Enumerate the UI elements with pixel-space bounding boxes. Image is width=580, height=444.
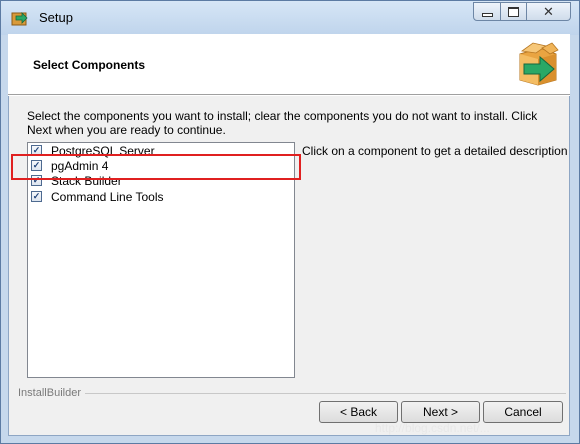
component-item-command-line-tools[interactable]: ✓ Command Line Tools xyxy=(31,189,164,204)
cancel-button[interactable]: Cancel xyxy=(483,401,563,423)
maximize-button[interactable] xyxy=(501,2,527,21)
minimize-icon xyxy=(481,12,493,17)
annotation-highlight-box xyxy=(11,154,301,180)
title-bar[interactable]: Setup ✕ xyxy=(1,1,579,35)
next-button[interactable]: Next > xyxy=(401,401,480,423)
header-separator xyxy=(8,94,570,96)
instructions-text: Select the components you want to instal… xyxy=(27,109,538,137)
caption-buttons: ✕ xyxy=(473,2,571,22)
checkbox-command-line-tools[interactable]: ✓ xyxy=(31,191,42,202)
page-title: Select Components xyxy=(33,58,146,72)
back-button[interactable]: < Back xyxy=(319,401,398,423)
component-description-hint: Click on a component to get a detailed d… xyxy=(302,144,568,158)
installbuilder-label: InstallBuilder xyxy=(18,387,85,399)
minimize-button[interactable] xyxy=(473,2,501,21)
wizard-header: Select Components xyxy=(8,34,570,94)
setup-app-icon xyxy=(11,12,28,26)
window-title: Setup xyxy=(39,10,73,25)
maximize-icon xyxy=(508,6,519,17)
component-label: Command Line Tools xyxy=(51,189,164,204)
installer-box-icon xyxy=(519,42,559,86)
footer-divider xyxy=(18,393,566,394)
close-icon: ✕ xyxy=(543,3,554,19)
watermark-text: http://blog.csdn.net/... xyxy=(375,421,490,435)
close-button[interactable]: ✕ xyxy=(527,2,571,21)
